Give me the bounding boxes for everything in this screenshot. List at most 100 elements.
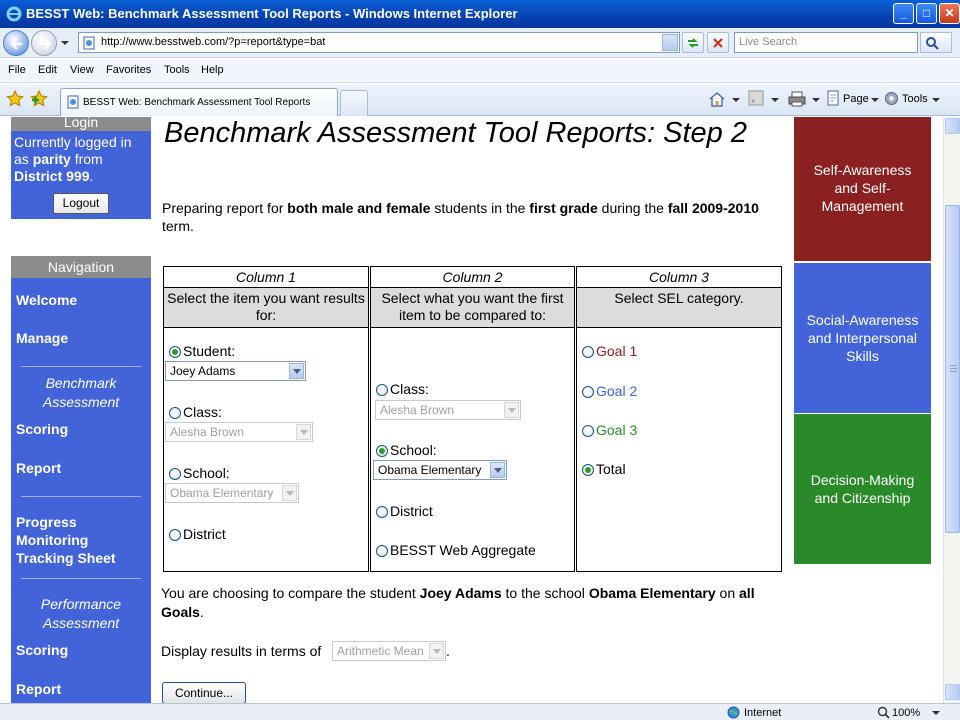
select-col2-school[interactable]: Obama Elementary	[373, 460, 507, 480]
sel-block-decision-making[interactable]: Decision-Making and Citizenship	[794, 414, 931, 564]
nav-benchmark-report[interactable]: Report	[16, 459, 61, 477]
select-value: Arithmetic Mean	[337, 644, 424, 658]
dropdown-arrow-icon	[490, 462, 505, 478]
sel-block-social-awareness[interactable]: Social-Awareness and Interpersonal Skill…	[794, 263, 931, 413]
feeds-dropdown-icon[interactable]	[771, 98, 779, 102]
select-col1-school[interactable]: Obama Elementary	[165, 483, 299, 503]
window-titlebar: BESST Web: Benchmark Assessment Tool Rep…	[0, 0, 960, 28]
menu-view[interactable]: View	[70, 64, 94, 76]
page-menu-icon[interactable]	[825, 90, 841, 106]
scroll-thumb[interactable]	[945, 205, 960, 533]
radio-col2-class[interactable]	[376, 384, 388, 396]
radio-goal-1[interactable]	[582, 346, 594, 358]
maximize-button[interactable]: □	[916, 3, 937, 24]
radio-col1-student[interactable]	[169, 346, 181, 358]
column-1: Column 1 Select the item you want result…	[163, 266, 369, 572]
search-button[interactable]	[920, 32, 952, 53]
intro-term: fall 2009-2010	[667, 200, 759, 216]
page-dropdown-icon[interactable]	[871, 98, 879, 102]
tab-besst-web[interactable]: BESST Web: Benchmark Assessment Tool Rep…	[60, 88, 338, 116]
label-col2-class: Class:	[390, 381, 429, 397]
nav-progress-monitoring[interactable]: Progress Monitoring Tracking Sheet	[16, 513, 136, 567]
nav-welcome[interactable]: Welcome	[16, 291, 77, 309]
status-bar: Internet 100%	[0, 703, 960, 720]
label-total: Total	[596, 461, 626, 477]
menu-file[interactable]: File	[8, 64, 26, 76]
page-viewport: Login Currently logged in as parity from…	[0, 117, 943, 703]
menu-favorites[interactable]: Favorites	[106, 64, 151, 76]
radio-col1-class[interactable]	[169, 407, 181, 419]
zoom-icon[interactable]	[877, 706, 890, 719]
forward-button[interactable]	[31, 30, 57, 56]
scroll-up-button[interactable]	[945, 118, 960, 134]
select-value: Alesha Brown	[170, 425, 245, 439]
nav-divider	[21, 496, 141, 497]
column-3: Column 3 Select SEL category. Goal 1 Goa…	[576, 266, 782, 572]
radio-total[interactable]	[582, 464, 594, 476]
tools-gear-icon[interactable]	[883, 90, 900, 107]
home-icon[interactable]	[708, 90, 726, 108]
tools-menu[interactable]: Tools	[902, 93, 928, 105]
select-col2-class[interactable]: Alesha Brown	[375, 400, 521, 420]
select-col1-class[interactable]: Alesha Brown	[165, 422, 313, 442]
internet-globe-icon	[727, 706, 740, 719]
radio-col2-school[interactable]	[376, 445, 388, 457]
print-icon[interactable]	[788, 90, 806, 108]
address-dropdown-button[interactable]	[662, 34, 678, 51]
page-menu[interactable]: Page	[843, 93, 869, 105]
close-button[interactable]: ✕	[939, 3, 960, 24]
menu-tools[interactable]: Tools	[164, 64, 190, 76]
radio-goal-3[interactable]	[582, 425, 594, 437]
home-dropdown-icon[interactable]	[732, 98, 740, 102]
vertical-scrollbar[interactable]	[943, 117, 960, 703]
history-dropdown-icon[interactable]	[61, 41, 69, 45]
select-display-metric[interactable]: Arithmetic Mean	[332, 641, 446, 661]
dropdown-arrow-icon	[289, 363, 304, 379]
tools-dropdown-icon[interactable]	[932, 98, 940, 102]
nav-benchmark-scoring[interactable]: Scoring	[16, 420, 68, 438]
radio-col1-school[interactable]	[169, 468, 181, 480]
menu-help[interactable]: Help	[201, 64, 224, 76]
minimize-button[interactable]: _	[893, 3, 914, 24]
display-options-row: Display results in terms of Arithmetic M…	[161, 641, 450, 661]
nav-performance-report[interactable]: Report	[16, 680, 61, 698]
nav-manage[interactable]: Manage	[16, 329, 68, 347]
sel-block-self-awareness[interactable]: Self-Awareness and Self-Management	[794, 117, 931, 261]
scroll-grip	[950, 368, 957, 369]
label-goal-2: Goal 2	[596, 383, 638, 399]
login-heading: Login	[11, 117, 151, 131]
logout-button[interactable]: Logout	[53, 193, 109, 214]
feeds-icon[interactable]	[748, 90, 764, 106]
radio-goal-2[interactable]	[582, 386, 594, 398]
address-field[interactable]: http://www.besstweb.com/?p=report&type=b…	[78, 32, 680, 53]
tab-bar: BESST Web: Benchmark Assessment Tool Rep…	[0, 84, 960, 116]
zoom-dropdown-icon[interactable]	[932, 711, 940, 715]
print-dropdown-icon[interactable]	[812, 98, 820, 102]
summary-text: You are choosing to compare the student	[161, 585, 420, 601]
selection-table: Column 1 Select the item you want result…	[163, 266, 782, 572]
new-tab-button[interactable]	[340, 90, 368, 116]
search-field[interactable]: Live Search	[734, 32, 918, 53]
select-value: Alesha Brown	[380, 403, 455, 417]
refresh-button[interactable]	[682, 32, 704, 53]
scroll-down-button[interactable]	[945, 684, 960, 700]
zoom-level[interactable]: 100%	[892, 707, 920, 719]
report-intro: Preparing report for both male and femal…	[162, 199, 782, 235]
security-zone: Internet	[744, 707, 782, 719]
search-icon	[926, 37, 939, 50]
radio-col1-district[interactable]	[169, 529, 181, 541]
nav-section-benchmark: Benchmark Assessment	[42, 375, 120, 410]
summary-text: on	[715, 585, 740, 601]
select-col1-student[interactable]: Joey Adams	[165, 361, 306, 381]
favorites-star-icon[interactable]	[6, 90, 24, 108]
menu-edit[interactable]: Edit	[38, 64, 57, 76]
radio-col2-district[interactable]	[376, 506, 388, 518]
back-button[interactable]	[3, 30, 29, 56]
radio-col2-aggregate[interactable]	[376, 545, 388, 557]
label-goal-1: Goal 1	[596, 343, 638, 359]
tab-page-icon	[67, 95, 79, 109]
add-favorites-icon[interactable]	[30, 90, 48, 108]
stop-button[interactable]	[707, 32, 729, 53]
continue-button[interactable]: Continue...	[162, 682, 246, 703]
nav-performance-scoring[interactable]: Scoring	[16, 641, 68, 659]
